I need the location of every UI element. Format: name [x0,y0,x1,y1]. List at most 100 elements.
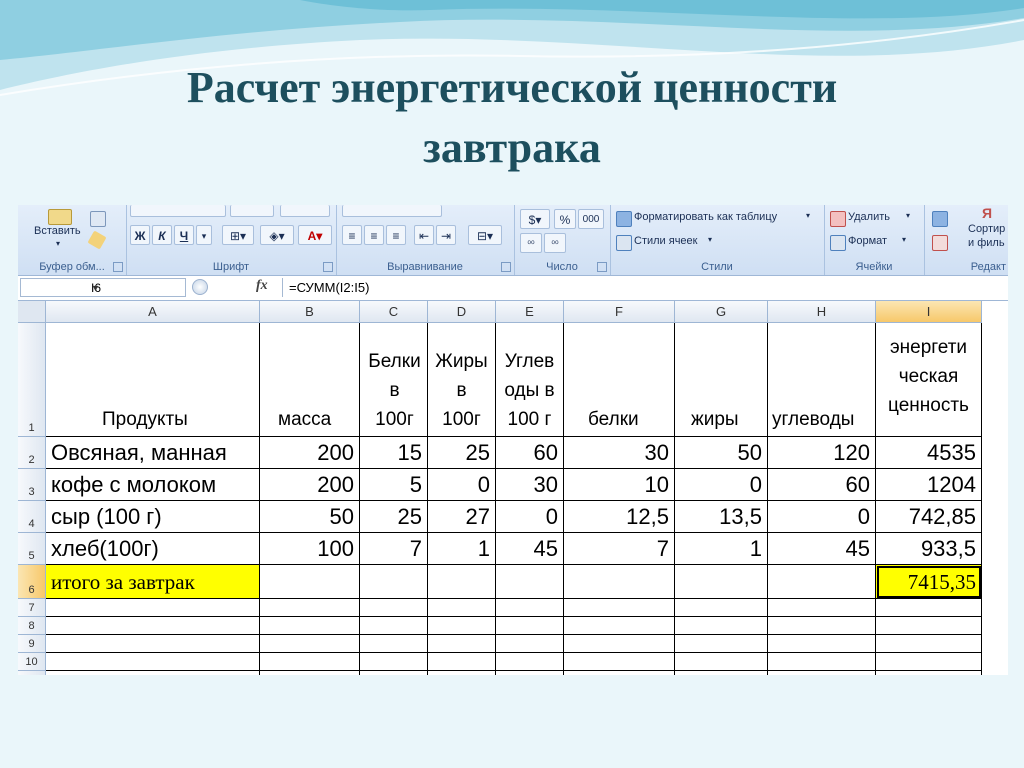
cell-g4[interactable]: 13,5 [675,501,768,533]
cell-b3[interactable]: 200 [260,469,360,501]
cell-f2[interactable]: 30 [564,437,675,469]
row-header-1[interactable]: 1 [18,323,46,437]
cell-h9[interactable] [768,635,876,653]
cell-h2[interactable]: 120 [768,437,876,469]
cell-e11[interactable] [496,671,564,675]
column-header-a[interactable]: A [46,301,260,323]
cell-h4[interactable]: 0 [768,501,876,533]
cell-f4[interactable]: 12,5 [564,501,675,533]
cell-b6[interactable] [260,565,360,599]
clipboard-launcher-icon[interactable] [113,262,123,272]
cell-c9[interactable] [360,635,428,653]
cell-h3[interactable]: 60 [768,469,876,501]
formula-input[interactable]: =СУММ(I2:I5) [282,278,1008,297]
cell-a4[interactable]: сыр (100 г) [46,501,260,533]
cell-f5[interactable]: 7 [564,533,675,565]
cell-d9[interactable] [428,635,496,653]
increase-decimal-icon[interactable]: ⁰⁰ [520,233,542,253]
cell-h5[interactable]: 45 [768,533,876,565]
font-launcher-icon[interactable] [323,262,333,272]
cell-i8[interactable] [876,617,982,635]
borders-button[interactable]: ⊞▾ [222,225,254,245]
cell-c11[interactable] [360,671,428,675]
paste-dropdown-icon[interactable]: ▾ [56,239,60,248]
cell-e8[interactable] [496,617,564,635]
cell-c5[interactable]: 7 [360,533,428,565]
row-header-11[interactable] [18,671,46,675]
cell-b8[interactable] [260,617,360,635]
column-header-i[interactable]: I [876,301,982,323]
row-header-9[interactable]: 9 [18,635,46,653]
insert-function-icon[interactable]: fx [256,278,268,294]
italic-button[interactable]: К [152,225,172,245]
percent-button[interactable]: % [554,209,576,229]
merge-cells-button[interactable]: ⊟▾ [468,225,502,245]
column-header-e[interactable]: E [496,301,564,323]
cell-e2[interactable]: 60 [496,437,564,469]
fill-icon[interactable] [932,211,948,227]
cell-h7[interactable] [768,599,876,617]
cell-d8[interactable] [428,617,496,635]
cell-d2[interactable]: 25 [428,437,496,469]
header-cell-fat[interactable]: жиры [675,323,768,437]
number-launcher-icon[interactable] [597,262,607,272]
cell-g2[interactable]: 50 [675,437,768,469]
cell-b2[interactable]: 200 [260,437,360,469]
cell-c8[interactable] [360,617,428,635]
cell-g11[interactable] [675,671,768,675]
cell-e10[interactable] [496,653,564,671]
delete-dropdown-icon[interactable]: ▾ [906,211,910,220]
cell-d10[interactable] [428,653,496,671]
cell-c4[interactable]: 25 [360,501,428,533]
row-header-3[interactable]: 3 [18,469,46,501]
column-header-h[interactable]: H [768,301,876,323]
cell-d11[interactable] [428,671,496,675]
row-header-7[interactable]: 7 [18,599,46,617]
cell-f7[interactable] [564,599,675,617]
cell-g3[interactable]: 0 [675,469,768,501]
sort-filter-line-1[interactable]: Сортир [968,223,1005,235]
cell-f10[interactable] [564,653,675,671]
cell-d4[interactable]: 27 [428,501,496,533]
cell-i7[interactable] [876,599,982,617]
paste-icon[interactable] [48,209,72,225]
paste-button-label[interactable]: Вставить [34,225,81,237]
cell-g10[interactable] [675,653,768,671]
increase-indent-icon[interactable]: ⇥ [436,225,456,245]
copy-icon[interactable] [90,211,106,227]
cell-i11[interactable] [876,671,982,675]
font-size-select[interactable] [230,205,274,217]
format-dropdown-icon[interactable]: ▾ [902,235,906,244]
header-cell-energy[interactable]: энергети ческая ценность [876,323,982,437]
bold-button[interactable]: Ж [130,225,150,245]
align-left-icon[interactable]: ≡ [342,225,362,245]
cell-g8[interactable] [675,617,768,635]
alignment-launcher-icon[interactable] [501,262,511,272]
currency-format-button[interactable]: $▾ [520,209,550,229]
cell-f11[interactable] [564,671,675,675]
column-header-c[interactable]: C [360,301,428,323]
align-center-icon[interactable]: ≡ [364,225,384,245]
cell-b9[interactable] [260,635,360,653]
cell-e5[interactable]: 45 [496,533,564,565]
row-header-10[interactable]: 10 [18,653,46,671]
font-name-select[interactable] [130,205,226,217]
vertical-align-buttons[interactable] [342,205,442,217]
cell-i3[interactable]: 1204 [876,469,982,501]
cell-d7[interactable] [428,599,496,617]
cell-h11[interactable] [768,671,876,675]
cell-a3[interactable]: кофе с молоком [46,469,260,501]
cell-d6[interactable] [428,565,496,599]
decrease-indent-icon[interactable]: ⇤ [414,225,434,245]
cell-a6-total-label[interactable]: итого за завтрак [46,565,260,599]
format-cells-button[interactable]: Формат [848,235,887,247]
sort-filter-icon[interactable]: Я [982,205,992,221]
row-header-2[interactable]: 2 [18,437,46,469]
delete-cells-button[interactable]: Удалить [848,211,890,223]
format-as-table-button[interactable]: Форматировать как таблицу [634,211,777,223]
header-cell-carbs[interactable]: углеводы [768,323,876,437]
column-header-g[interactable]: G [675,301,768,323]
cell-b11[interactable] [260,671,360,675]
header-cell-mass[interactable]: масса [260,323,360,437]
cell-h10[interactable] [768,653,876,671]
